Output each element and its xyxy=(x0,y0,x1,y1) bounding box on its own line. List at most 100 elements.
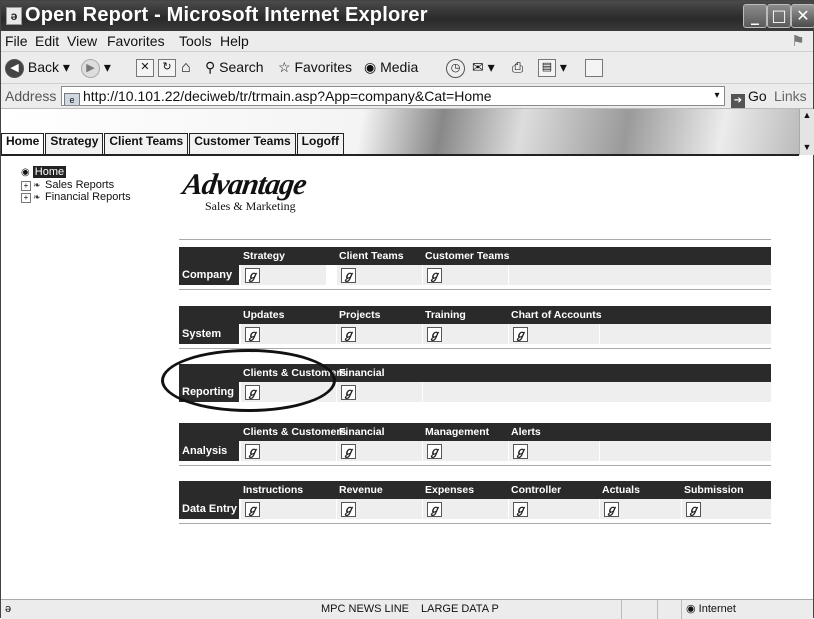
search-icon: ⚲ xyxy=(205,59,216,75)
report-cell[interactable]: Projects ℊ xyxy=(336,306,422,344)
scroll-up-icon[interactable]: ▲ xyxy=(800,109,814,121)
edit-pen-icon[interactable]: ℊ xyxy=(341,444,356,459)
report-cell[interactable]: Controller ℊ xyxy=(508,481,599,519)
home-button[interactable]: ⌂ xyxy=(181,57,191,77)
edit-pen-icon[interactable]: ℊ xyxy=(245,502,260,517)
links-label: Links xyxy=(774,88,807,104)
star-icon: ☆ xyxy=(278,59,291,75)
discuss-button[interactable] xyxy=(585,57,603,78)
advantage-logo: Advantage Sales & Marketing xyxy=(180,168,313,219)
tree-item-home[interactable]: ◉ Home xyxy=(21,166,67,178)
report-title: Instructions xyxy=(243,484,304,496)
expand-icon[interactable]: + xyxy=(21,193,31,203)
report-cell[interactable]: Clients & Customers ℊ xyxy=(240,423,346,461)
tree-label: Financial Reports xyxy=(45,191,131,203)
section-system: System Updates ℊ Projects ℊ Training ℊ Char… xyxy=(179,306,771,344)
highlight-ellipse xyxy=(161,349,336,412)
search-button[interactable]: ⚲ Search xyxy=(205,57,264,77)
frame-scrollbar[interactable]: ▲ ▼ xyxy=(799,109,814,155)
tree-item-sales-reports[interactable]: + ❧ Sales Reports xyxy=(21,179,114,191)
maximize-button[interactable]: □ xyxy=(767,4,791,28)
menu-favorites[interactable]: Favorites xyxy=(107,33,165,49)
report-tree: ◉ Home + ❧ Sales Reports + ❧ Financial Repor… xyxy=(1,157,161,597)
report-cell[interactable]: Actuals ℊ xyxy=(599,481,681,519)
report-cell[interactable]: Financial ℊ xyxy=(336,423,422,461)
browser-window: ə Open Report - Microsoft Internet Explo… xyxy=(0,0,814,619)
mail-button[interactable]: ✉ ▾ xyxy=(472,57,495,77)
print-button[interactable]: ⎙ xyxy=(512,57,523,77)
report-cell[interactable]: Expenses ℊ xyxy=(422,481,508,519)
page-status-icon: ə xyxy=(5,603,12,615)
report-cell[interactable]: Chart of Accounts ℊ xyxy=(508,306,602,344)
forward-button[interactable]: ▶ ▾ xyxy=(81,57,111,78)
report-cell[interactable]: Instructions ℊ xyxy=(240,481,336,519)
menu-tools[interactable]: Tools xyxy=(179,33,212,49)
search-label: Search xyxy=(219,59,264,75)
close-button[interactable]: ✕ xyxy=(791,4,814,28)
address-input[interactable]: e http://10.101.22/deciweb/tr/trmain.asp?… xyxy=(61,86,725,106)
report-cell[interactable]: Management ℊ xyxy=(422,423,508,461)
report-cell[interactable]: Financial ℊ xyxy=(336,364,422,402)
go-button[interactable]: ➔ Go xyxy=(731,88,767,108)
edit-pen-icon[interactable]: ℊ xyxy=(341,502,356,517)
edit-button[interactable]: ▤ ▾ xyxy=(538,57,567,78)
media-button[interactable]: ◉ Media xyxy=(364,57,418,77)
logo-name: Advantage xyxy=(180,168,309,201)
tab-strategy[interactable]: Strategy xyxy=(45,133,104,154)
edit-pen-icon[interactable]: ℊ xyxy=(427,268,442,283)
menu-view[interactable]: View xyxy=(67,33,97,49)
report-cell[interactable]: Strategy ℊ xyxy=(240,247,326,285)
address-url: http://10.101.22/deciweb/tr/trmain.asp?A… xyxy=(83,88,492,104)
menu-file[interactable]: File xyxy=(5,33,28,49)
address-dropdown-icon[interactable]: ▾ xyxy=(710,87,724,105)
edit-pen-icon[interactable]: ℊ xyxy=(341,327,356,342)
back-button[interactable]: ◀ Back ▾ xyxy=(5,57,70,78)
tab-home[interactable]: Home xyxy=(1,133,45,154)
edit-pen-icon[interactable]: ℊ xyxy=(427,327,442,342)
edit-pen-icon[interactable]: ℊ xyxy=(341,385,356,400)
tab-client-teams[interactable]: Client Teams xyxy=(104,133,189,154)
edit-pen-icon[interactable]: ℊ xyxy=(513,444,528,459)
edit-pen-icon[interactable]: ℊ xyxy=(427,444,442,459)
report-cell[interactable]: Updates ℊ xyxy=(240,306,336,344)
edit-pen-icon[interactable]: ℊ xyxy=(245,327,260,342)
edit-pen-icon[interactable]: ℊ xyxy=(513,327,528,342)
tree-item-financial-reports[interactable]: + ❧ Financial Reports xyxy=(21,191,131,203)
print-icon: ⎙ xyxy=(512,59,524,75)
tab-customer-teams[interactable]: Customer Teams xyxy=(189,133,296,154)
logo-tagline: Sales & Marketing xyxy=(205,199,296,213)
history-button[interactable]: ◷ xyxy=(446,57,465,78)
report-cell[interactable]: Client Teams ℊ xyxy=(336,247,422,285)
edit-pen-icon[interactable]: ℊ xyxy=(245,268,260,283)
tab-logoff[interactable]: Logoff xyxy=(296,133,344,154)
expand-icon[interactable]: + xyxy=(21,181,31,191)
edit-pen-icon[interactable]: ℊ xyxy=(604,502,619,517)
report-cell[interactable]: Revenue ℊ xyxy=(336,481,422,519)
favorites-button[interactable]: ☆ Favorites xyxy=(278,57,352,77)
section-label: Analysis xyxy=(179,441,239,461)
report-title: Projects xyxy=(339,309,381,321)
report-cell[interactable]: Customer Teams ℊ xyxy=(422,247,509,285)
menu-help[interactable]: Help xyxy=(220,33,249,49)
report-cell[interactable]: Submission ℊ xyxy=(681,481,771,519)
edit-pen-icon[interactable]: ℊ xyxy=(341,268,356,283)
refresh-button[interactable]: ↻ xyxy=(158,57,176,78)
report-cell[interactable]: Training ℊ xyxy=(422,306,508,344)
address-bar: Address e http://10.101.22/deciweb/tr/trm… xyxy=(1,84,813,120)
edit-pen-icon[interactable]: ℊ xyxy=(245,444,260,459)
menu-edit[interactable]: Edit xyxy=(35,33,59,49)
title-bar[interactable]: ə Open Report - Microsoft Internet Explo… xyxy=(1,1,814,31)
report-cell[interactable]: Alerts ℊ xyxy=(508,423,599,461)
scroll-down-icon[interactable]: ▼ xyxy=(800,141,814,153)
globe-icon: ◉ xyxy=(686,603,696,615)
favorites-label: Favorites xyxy=(294,59,353,75)
home-icon: ⌂ xyxy=(181,59,191,76)
stop-button[interactable]: ✕ xyxy=(136,57,154,78)
minimize-button[interactable]: _ xyxy=(743,4,767,28)
edit-pen-icon[interactable]: ℊ xyxy=(686,502,701,517)
report-title: Controller xyxy=(511,484,562,496)
go-label: Go xyxy=(748,88,767,104)
edit-pen-icon[interactable]: ℊ xyxy=(427,502,442,517)
section-analysis: Analysis Clients & Customers ℊ Financial ℊ… xyxy=(179,423,771,461)
edit-pen-icon[interactable]: ℊ xyxy=(513,502,528,517)
